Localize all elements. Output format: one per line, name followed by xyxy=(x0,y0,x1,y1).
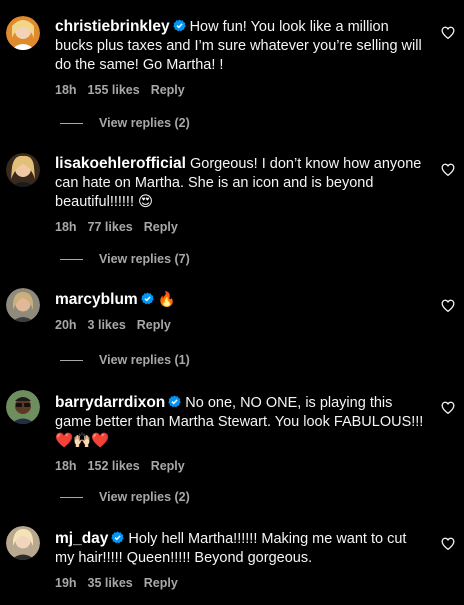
reply-button[interactable]: Reply xyxy=(144,220,178,234)
verified-badge-icon xyxy=(168,395,181,408)
likes-count[interactable]: 3 likes xyxy=(88,318,126,332)
like-heart-icon[interactable] xyxy=(441,299,455,312)
verified-badge-icon xyxy=(111,531,125,544)
view-replies-button[interactable]: View replies (1) xyxy=(60,353,190,369)
view-replies-button[interactable]: View replies (2) xyxy=(60,116,190,132)
comment-time: 19h xyxy=(55,576,77,590)
avatar[interactable] xyxy=(6,16,40,50)
divider-line xyxy=(60,497,83,499)
username[interactable]: mj_day xyxy=(55,530,108,547)
view-replies-label: View replies (2) xyxy=(99,490,190,504)
divider-line xyxy=(60,123,83,125)
reply-button[interactable]: Reply xyxy=(144,576,178,590)
comment-time: 18h xyxy=(55,220,77,234)
username[interactable]: marcyblum xyxy=(55,291,138,308)
likes-count[interactable]: 35 likes xyxy=(88,576,133,590)
likes-count[interactable]: 77 likes xyxy=(88,220,133,234)
verified-badge-icon xyxy=(140,292,154,305)
username[interactable]: christiebrinkley xyxy=(55,18,170,35)
like-heart-icon[interactable] xyxy=(441,163,455,176)
divider-line xyxy=(60,360,83,362)
like-heart-icon[interactable] xyxy=(441,26,455,39)
reply-button[interactable]: Reply xyxy=(151,83,185,97)
likes-count[interactable]: 152 likes xyxy=(88,459,140,473)
view-replies-button[interactable]: View replies (7) xyxy=(60,252,190,268)
like-heart-icon[interactable] xyxy=(441,537,455,550)
reply-button[interactable]: Reply xyxy=(151,459,185,473)
comment-time: 20h xyxy=(55,318,77,332)
avatar[interactable] xyxy=(6,526,40,560)
avatar[interactable] xyxy=(6,288,40,322)
like-heart-icon[interactable] xyxy=(441,401,455,414)
comment-time: 18h xyxy=(55,83,77,97)
username[interactable]: barrydarrdixon xyxy=(55,394,165,411)
view-replies-label: View replies (1) xyxy=(99,353,190,367)
avatar[interactable] xyxy=(6,390,40,424)
reply-button[interactable]: Reply xyxy=(137,318,171,332)
likes-count[interactable]: 155 likes xyxy=(88,83,140,97)
comment-time: 18h xyxy=(55,459,77,473)
divider-line xyxy=(60,259,83,261)
username[interactable]: lisakoehlerofficial xyxy=(55,155,186,172)
verified-badge-icon xyxy=(172,19,186,32)
comment-text: 🔥 xyxy=(157,292,176,308)
avatar[interactable] xyxy=(6,153,40,187)
view-replies-button[interactable]: View replies (2) xyxy=(60,490,190,506)
view-replies-label: View replies (7) xyxy=(99,252,190,266)
view-replies-label: View replies (2) xyxy=(99,116,190,130)
